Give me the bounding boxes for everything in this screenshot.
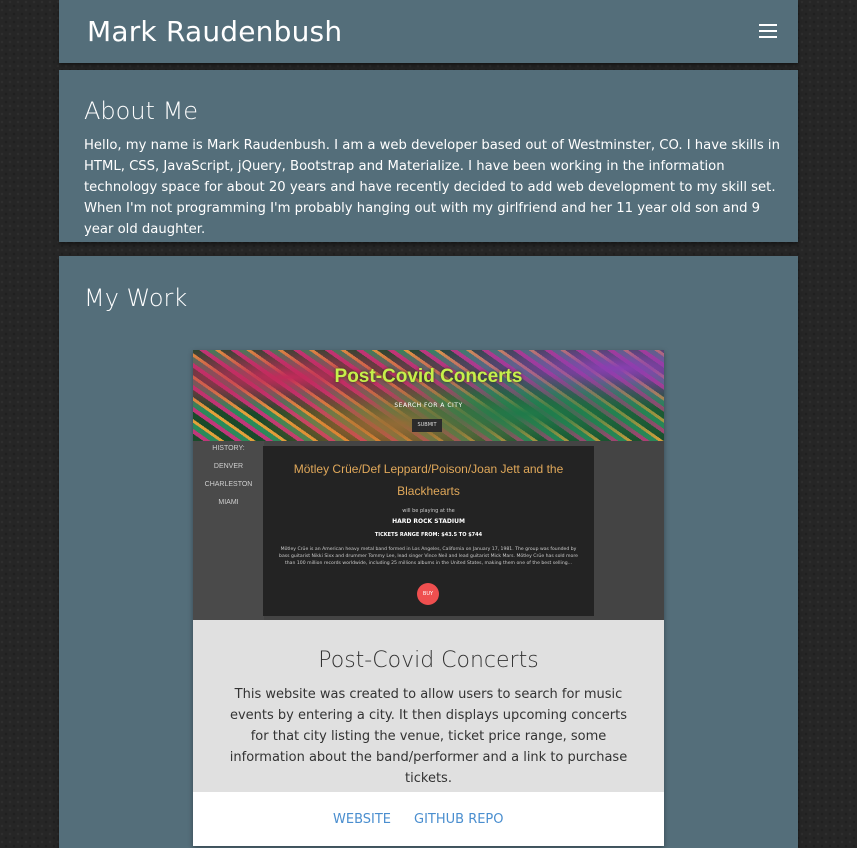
top-navbar: Mark Raudenbush bbox=[59, 0, 798, 63]
hamburger-menu-icon[interactable] bbox=[759, 24, 777, 38]
site-brand[interactable]: Mark Raudenbush bbox=[87, 15, 342, 48]
screenshot-history-sidebar: HISTORY: DENVER CHARLESTON MIAMI bbox=[193, 441, 264, 620]
project-actions: WEBSITE GITHUB REPO bbox=[193, 792, 664, 846]
screenshot-band-bio: Mötley Crüe is an American heavy metal b… bbox=[279, 547, 578, 566]
screenshot-hero: Post-Covid Concerts SEARCH FOR A CITY SU… bbox=[193, 350, 664, 441]
screenshot-history-item: CHARLESTON bbox=[204, 481, 253, 488]
screenshot-venue: HARD ROCK STADIUM bbox=[392, 518, 465, 525]
project-description: This website was created to allow users … bbox=[229, 687, 628, 786]
screenshot-ticket-range: TICKETS RANGE FROM: $43.5 TO $744 bbox=[374, 532, 483, 538]
project-card: Post-Covid Concerts SEARCH FOR A CITY SU… bbox=[193, 350, 664, 846]
github-repo-link[interactable]: GITHUB REPO bbox=[414, 812, 504, 827]
project-title: Post-Covid Concerts bbox=[318, 648, 539, 673]
project-screenshot: Post-Covid Concerts SEARCH FOR A CITY SU… bbox=[193, 350, 664, 620]
screenshot-buy-button: BUY bbox=[417, 583, 439, 605]
about-title: About Me bbox=[84, 97, 199, 125]
screenshot-band-name: Mötley Crüe/Def Leppard/Poison/Joan Jett… bbox=[293, 462, 564, 498]
screenshot-search-label: SEARCH FOR A CITY bbox=[394, 402, 463, 409]
screenshot-will-play: will be playing at the bbox=[402, 508, 455, 514]
about-section: About Me Hello, my name is Mark Raudenbu… bbox=[59, 70, 798, 242]
screenshot-submit-button: SUBMIT bbox=[412, 419, 442, 432]
project-info: Post-Covid Concerts This website was cre… bbox=[193, 620, 664, 792]
screenshot-event-panel: Mötley Crüe/Def Leppard/Poison/Joan Jett… bbox=[263, 446, 594, 616]
work-section: My Work Post-Covid Concerts SEARCH FOR A… bbox=[59, 256, 798, 848]
screenshot-history-item: MIAMI bbox=[218, 499, 239, 506]
screenshot-history-item: DENVER bbox=[213, 463, 244, 470]
website-link[interactable]: WEBSITE bbox=[333, 812, 391, 827]
screenshot-history-label: HISTORY: bbox=[212, 445, 245, 452]
about-text: Hello, my name is Mark Raudenbush. I am … bbox=[84, 138, 780, 237]
screenshot-hero-title: Post-Covid Concerts bbox=[334, 366, 523, 387]
work-title: My Work bbox=[84, 284, 188, 312]
